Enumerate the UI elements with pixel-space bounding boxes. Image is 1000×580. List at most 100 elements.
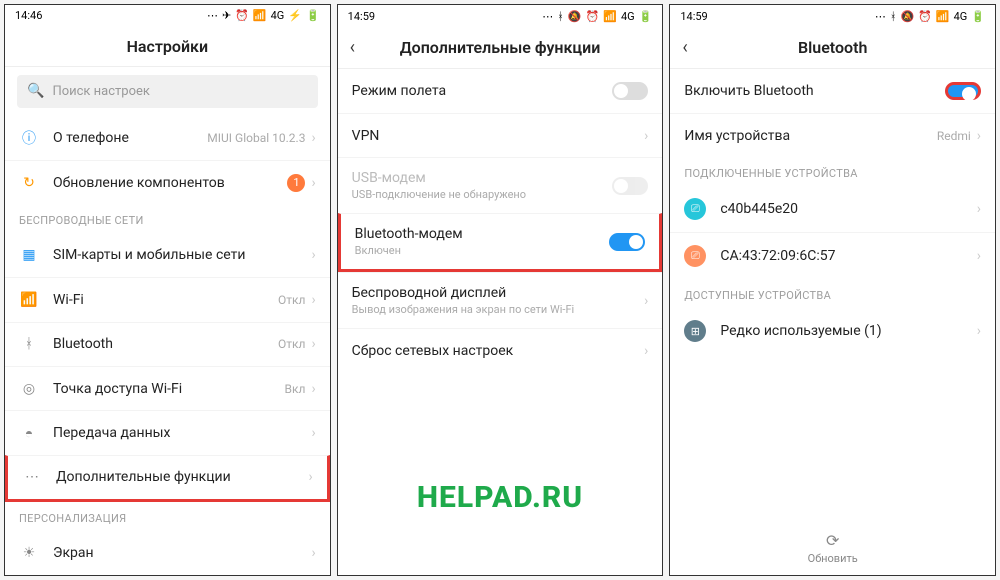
row-label: c40b445e20 [720, 201, 976, 217]
status-bar: 14:59 ⋯ᚼ🔕⏰📶 4G🔋 [670, 5, 995, 27]
screen-more-functions: 14:59 ⋯ᚼ🔕⏰📶 4G🔋 ‹ Дополнительные функции… [337, 4, 664, 576]
info-icon: ⓘ [19, 128, 39, 148]
row-label: Обновление компонентов [53, 175, 287, 191]
status-icons: ⋯ᚼ🔕⏰📶 4G🔋 [875, 10, 985, 23]
back-button[interactable]: ‹ [350, 37, 355, 58]
status-icons: ⋯ᚼ🔕⏰📶 4G🔋 [542, 10, 652, 23]
row-wifi[interactable]: 📶 Wi-Fi Откл › [5, 277, 330, 321]
chevron-right-icon: › [977, 323, 981, 339]
chevron-right-icon: › [311, 425, 315, 441]
row-label: Дополнительные функции [56, 469, 308, 485]
chevron-right-icon: › [644, 128, 648, 144]
row-device-1[interactable]: ⎚ c40b445e20 › [670, 186, 995, 232]
row-update[interactable]: ↻ Обновление компонентов 1 › [5, 160, 330, 204]
row-label: USB-модем [352, 170, 613, 186]
device-icon: ⎚ [684, 198, 706, 220]
row-label: Bluetooth [53, 336, 278, 352]
wifi-icon: 📶 [19, 290, 39, 310]
chevron-right-icon: › [644, 293, 648, 309]
chevron-right-icon: › [977, 128, 981, 144]
search-input[interactable]: 🔍 Поиск настроек [17, 75, 318, 108]
row-airplane-mode[interactable]: Режим полета [338, 69, 663, 113]
hotspot-icon: ◎ [19, 379, 39, 399]
row-label: Передача данных [53, 425, 311, 441]
row-vpn[interactable]: VPN › [338, 113, 663, 157]
row-display[interactable]: ☀ Экран › [5, 531, 330, 575]
chevron-right-icon: › [977, 201, 981, 217]
toggle-bluetooth[interactable] [945, 82, 981, 100]
header: ‹ Bluetooth [670, 27, 995, 69]
row-rarely-used[interactable]: ⊞ Редко используемые (1) › [670, 308, 995, 354]
row-hotspot[interactable]: ◎ Точка доступа Wi-Fi Вкл › [5, 366, 330, 410]
row-sub: Вывод изображения на экран по сети Wi-Fi [352, 303, 644, 316]
row-label: Bluetooth-модем [355, 226, 610, 242]
sim-icon: ▦ [19, 245, 39, 265]
row-sub: Включен [355, 244, 610, 257]
chevron-right-icon: › [311, 381, 315, 397]
refresh-icon: ⟳ [670, 531, 995, 550]
more-icon: ⋯ [22, 467, 42, 487]
section-personalization: ПЕРСОНАЛИЗАЦИЯ [5, 502, 330, 531]
row-value: Откл [278, 337, 305, 351]
page-title: Bluetooth [798, 38, 867, 57]
row-label: SIM-карты и мобильные сети [53, 247, 311, 263]
display-icon: ☀ [19, 543, 39, 563]
row-label: Точка доступа Wi-Fi [53, 381, 285, 397]
header: ‹ Дополнительные функции [338, 27, 663, 69]
chevron-right-icon: › [311, 130, 315, 146]
row-value: Вкл [285, 382, 306, 396]
row-device-2[interactable]: ⎚ CA:43:72:09:6C:57 › [670, 232, 995, 279]
back-button[interactable]: ‹ [682, 37, 687, 58]
toggle-usb [612, 177, 648, 195]
status-bar: 14:59 ⋯ᚼ🔕⏰📶 4G🔋 [338, 5, 663, 27]
watermark: HELPAD.RU [338, 480, 663, 515]
page-title: Дополнительные функции [400, 38, 601, 57]
chevron-right-icon: › [977, 248, 981, 264]
row-label: Wi-Fi [53, 292, 278, 308]
refresh-label: Обновить [808, 552, 858, 565]
screen-settings: 14:46 ⋯✈⏰📶 4G⚡🔋 Настройки 🔍 Поиск настро… [4, 4, 331, 576]
row-label: Экран [53, 545, 311, 561]
section-wireless: БЕСПРОВОДНЫЕ СЕТИ [5, 204, 330, 233]
header: Настройки [5, 26, 330, 67]
clock: 14:59 [680, 10, 707, 23]
row-value: MIUI Global 10.2.3 [207, 131, 305, 145]
chevron-right-icon: › [311, 247, 315, 263]
row-label: Беспроводной дисплей [352, 285, 644, 301]
row-sim[interactable]: ▦ SIM-карты и мобильные сети › [5, 233, 330, 277]
update-icon: ↻ [19, 173, 39, 193]
row-wireless-display[interactable]: Беспроводной дисплей Вывод изображения н… [338, 272, 663, 328]
status-bar: 14:46 ⋯✈⏰📶 4G⚡🔋 [5, 5, 330, 26]
row-about-phone[interactable]: ⓘ О телефоне MIUI Global 10.2.3 › [5, 116, 330, 160]
row-value: Redmi [937, 129, 971, 143]
row-bluetooth[interactable]: ᚼ Bluetooth Откл › [5, 322, 330, 366]
data-icon: ◓ [19, 423, 39, 443]
row-data-usage[interactable]: ◓ Передача данных › [5, 410, 330, 454]
toggle-airplane[interactable] [612, 82, 648, 100]
status-icons: ⋯✈⏰📶 4G⚡🔋 [207, 9, 320, 22]
bluetooth-icon: ᚼ [19, 334, 39, 354]
row-value: Откл [278, 293, 305, 307]
row-label: Режим полета [352, 83, 613, 99]
device-icon: ⊞ [684, 320, 706, 342]
row-bt-tether[interactable]: Bluetooth-модем Включен [338, 213, 663, 272]
chevron-right-icon: › [311, 292, 315, 308]
row-network-reset[interactable]: Сброс сетевых настроек › [338, 328, 663, 372]
chevron-right-icon: › [311, 545, 315, 561]
clock: 14:59 [348, 10, 375, 23]
chevron-right-icon: › [644, 343, 648, 359]
search-icon: 🔍 [27, 83, 44, 99]
row-device-name[interactable]: Имя устройства Redmi › [670, 113, 995, 157]
chevron-right-icon: › [308, 469, 312, 485]
section-connected: ПОДКЛЮЧЕННЫЕ УСТРОЙСТВА [670, 157, 995, 186]
row-usb-tether: USB-модем USB-подключение не обнаружено [338, 157, 663, 213]
toggle-bt-tether[interactable] [609, 233, 645, 251]
clock: 14:46 [15, 9, 42, 22]
row-enable-bluetooth[interactable]: Включить Bluetooth [670, 69, 995, 113]
row-label: Включить Bluetooth [684, 83, 945, 99]
screen-bluetooth: 14:59 ⋯ᚼ🔕⏰📶 4G🔋 ‹ Bluetooth Включить Blu… [669, 4, 996, 576]
refresh-button[interactable]: ⟳ Обновить [670, 531, 995, 565]
row-more-functions[interactable]: ⋯ Дополнительные функции › [5, 455, 330, 502]
chevron-right-icon: › [311, 175, 315, 191]
row-label: О телефоне [53, 130, 207, 146]
